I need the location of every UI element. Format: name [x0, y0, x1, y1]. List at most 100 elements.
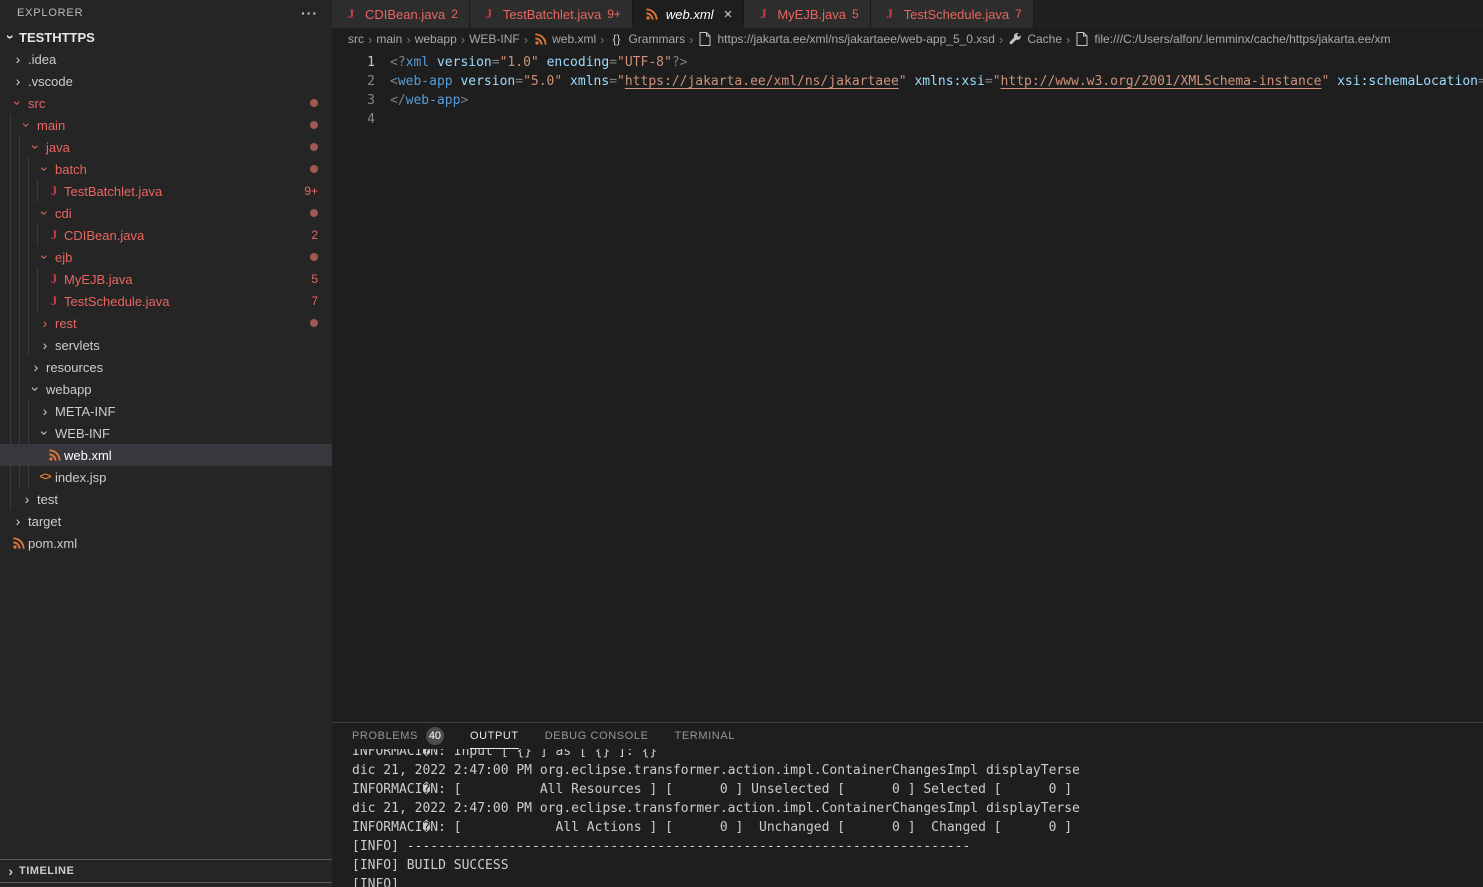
tree-item-target[interactable]: ›target: [0, 510, 332, 532]
tree-item-meta-inf[interactable]: ›META-INF: [0, 400, 332, 422]
tree-item-java[interactable]: ›java: [0, 136, 332, 158]
line-number: 1: [332, 53, 375, 72]
grammars-icon: {}: [608, 32, 624, 46]
code-token: ?>: [672, 55, 688, 70]
tree-item-label: MyEJB.java: [64, 272, 133, 287]
cache-wrench-icon: [1007, 33, 1023, 46]
breadcrumb-item-web-xml[interactable]: web.xml: [532, 32, 596, 46]
output-line: INFORMACI�N: Input [ {} ] as [ {} ]: {}: [352, 749, 1483, 761]
tab-testschedule-java[interactable]: JTestSchedule.java7: [871, 0, 1034, 28]
chevron-right-icon: ›: [37, 337, 53, 353]
problem-count-badge: 7: [311, 294, 318, 308]
breadcrumb-separator-icon: ›: [524, 32, 528, 47]
indent-guide: [10, 378, 19, 400]
breadcrumb-item-grammars[interactable]: {}Grammars: [608, 32, 685, 46]
panel-tab-problems[interactable]: PROBLEMS40: [352, 723, 444, 749]
project-root[interactable]: › TESTHTTPS: [0, 26, 332, 48]
tree-item-testbatchlet-java[interactable]: JTestBatchlet.java9+: [0, 180, 332, 202]
project-root-label: TESTHTTPS: [19, 30, 95, 45]
tree-item-vscode[interactable]: ›.vscode: [0, 70, 332, 92]
tab-testbatchlet-java[interactable]: JTestBatchlet.java9+: [470, 0, 633, 28]
tree-item-label: java: [46, 140, 70, 155]
panel-tab-output[interactable]: OUTPUT: [470, 723, 519, 749]
tree-item-webapp[interactable]: ›webapp: [0, 378, 332, 400]
code-line: 4: [332, 110, 1483, 129]
tree-item-label: pom.xml: [28, 536, 77, 551]
tree-item-idea[interactable]: ›.idea: [0, 48, 332, 70]
tree-item-cdibean-java[interactable]: JCDIBean.java2: [0, 224, 332, 246]
chevron-right-icon: ›: [10, 51, 26, 67]
output-log[interactable]: INFORMACI�N: Input [ {} ] as [ {} ]: {}d…: [332, 749, 1483, 887]
indent-guide: [10, 158, 19, 180]
bottom-panel: PROBLEMS40 OUTPUT DEBUG CONSOLE TERMINAL IN…: [332, 722, 1483, 887]
breadcrumb-item-src[interactable]: src: [348, 32, 364, 46]
file-icon: [1074, 32, 1090, 46]
tree-item-servlets[interactable]: ›servlets: [0, 334, 332, 356]
modified-dot-badge: [310, 319, 318, 327]
breadcrumb-item-web-inf[interactable]: WEB-INF: [469, 32, 520, 46]
explorer-sidebar: EXPLORER ··· › TESTHTTPS ›.idea›.vscode›…: [0, 0, 332, 887]
breadcrumb-item-cache[interactable]: Cache: [1007, 32, 1062, 46]
panel-tabbar: PROBLEMS40 OUTPUT DEBUG CONSOLE TERMINAL: [332, 723, 1483, 749]
breadcrumb-item-file-c-users-alfon-lemminx-cache-https-j[interactable]: file:///C:/Users/alfon/.lemminx/cache/ht…: [1074, 32, 1390, 46]
tab-myejb-java[interactable]: JMyEJB.java5: [744, 0, 870, 28]
breadcrumb-item-webapp[interactable]: webapp: [415, 32, 457, 46]
tab-web-xml[interactable]: web.xml×: [633, 0, 744, 28]
tree-item-rest[interactable]: ›rest: [0, 312, 332, 334]
indent-guide: [19, 136, 28, 158]
chevron-down-icon: ›: [19, 117, 35, 133]
tree-item-index-jsp[interactable]: <>index.jsp: [0, 466, 332, 488]
tree-item-resources[interactable]: ›resources: [0, 356, 332, 378]
code-token: web-app: [406, 93, 461, 108]
tree-item-src[interactable]: ›src: [0, 92, 332, 114]
indent-guide: [19, 378, 28, 400]
indent-guide: [19, 290, 28, 312]
xml-file-icon: [46, 449, 62, 462]
breadcrumb-item-main[interactable]: main: [376, 32, 402, 46]
breadcrumb-item-https-jakarta-ee-xml-ns-jakartaee-web-ap[interactable]: https://jakarta.ee/xml/ns/jakartaee/web-…: [697, 32, 995, 46]
breadcrumb-item-label: https://jakarta.ee/xml/ns/jakartaee/web-…: [717, 32, 995, 46]
indent-guide: [19, 158, 28, 180]
panel-tab-label: OUTPUT: [470, 730, 519, 742]
tree-item-web-xml[interactable]: web.xml: [0, 444, 332, 466]
output-line: INFORMACI�N: [ All Actions ] [ 0 ] Uncha…: [352, 818, 1483, 837]
code-token: [429, 55, 437, 70]
tree-item-ejb[interactable]: ›ejb: [0, 246, 332, 268]
close-icon[interactable]: ×: [724, 6, 733, 23]
output-line: INFORMACI�N: [ All Resources ] [ 0 ] Uns…: [352, 780, 1483, 799]
tree-item-cdi[interactable]: ›cdi: [0, 202, 332, 224]
tree-item-batch[interactable]: ›batch: [0, 158, 332, 180]
timeline-section[interactable]: › TIMELINE: [0, 859, 332, 883]
indent-guide: [19, 224, 28, 246]
breadcrumb-separator-icon: ›: [689, 32, 693, 47]
tree-item-web-inf[interactable]: ›WEB-INF: [0, 422, 332, 444]
more-actions-icon[interactable]: ···: [301, 5, 318, 21]
chevron-right-icon: ›: [3, 863, 19, 879]
java-file-icon: J: [46, 183, 62, 199]
tree-item-test[interactable]: ›test: [0, 488, 332, 510]
indent-guide: [10, 488, 19, 510]
output-line: [INFO] BUILD SUCCESS: [352, 856, 1483, 875]
java-file-icon: J: [755, 6, 771, 22]
indent-guide: [19, 444, 28, 466]
panel-tab-debug-console[interactable]: DEBUG CONSOLE: [545, 723, 649, 749]
code-editor[interactable]: 1<?xml version="1.0" encoding="UTF-8"?>2…: [332, 50, 1483, 722]
tree-item-myejb-java[interactable]: JMyEJB.java5: [0, 268, 332, 290]
breadcrumb: src›main›webapp›WEB-INF›web.xml›{}Gramma…: [332, 28, 1483, 50]
indent-guide: [10, 246, 19, 268]
tree-item-testschedule-java[interactable]: JTestSchedule.java7: [0, 290, 332, 312]
panel-tab-terminal[interactable]: TERMINAL: [675, 723, 735, 749]
tree-item-pom-xml[interactable]: pom.xml: [0, 532, 332, 554]
tab-cdibean-java[interactable]: JCDIBean.java2: [332, 0, 470, 28]
problem-count-badge: 2: [311, 228, 318, 242]
file-icon: [697, 32, 713, 46]
java-file-icon: J: [481, 6, 497, 22]
breadcrumb-separator-icon: ›: [406, 32, 410, 47]
tree-item-label: rest: [55, 316, 77, 331]
code-token: <: [390, 74, 398, 89]
java-file-icon: J: [46, 227, 62, 243]
panel-tab-label: PROBLEMS: [352, 730, 418, 742]
tree-item-label: index.jsp: [55, 470, 106, 485]
tree-item-main[interactable]: ›main: [0, 114, 332, 136]
panel-tab-label: TERMINAL: [675, 730, 735, 742]
